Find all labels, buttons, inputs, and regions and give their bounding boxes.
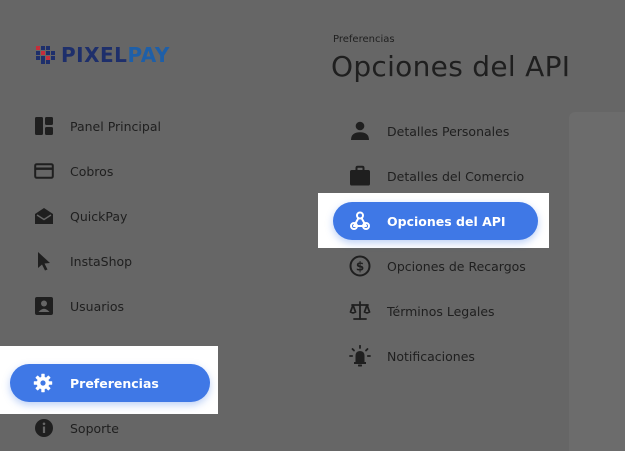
submenu-item-label: Opciones del API xyxy=(387,213,506,229)
submenu-item-label: Notificaciones xyxy=(387,348,475,364)
content-panel xyxy=(569,112,625,451)
sidebar-item-cobros[interactable]: Cobros xyxy=(34,159,113,183)
sidebar-item-label: Soporte xyxy=(70,420,119,436)
gear-icon xyxy=(33,373,53,393)
sidebar-item-label: QuickPay xyxy=(70,208,128,224)
sidebar-item-label: InstaShop xyxy=(70,253,133,269)
submenu-item-label: Términos Legales xyxy=(387,303,495,319)
logo-text-pixel: PIXEL xyxy=(61,43,128,67)
svg-text:$: $ xyxy=(356,259,364,273)
sidebar-item-label: Panel Principal xyxy=(70,118,161,134)
credit-card-icon xyxy=(34,163,54,179)
sidebar-item-label: Preferencias xyxy=(70,375,159,391)
pixelpay-logo[interactable]: PIXELPAY xyxy=(36,45,170,65)
submenu-item-terminos-legales[interactable]: Términos Legales xyxy=(349,299,495,323)
submenu-item-label: Detalles del Comercio xyxy=(387,168,525,184)
sidebar-item-instashop[interactable]: InstaShop xyxy=(34,249,132,273)
cursor-pointer-icon xyxy=(38,252,50,271)
briefcase-icon xyxy=(350,165,370,186)
sidebar-item-preferencias[interactable]: Preferencias xyxy=(10,364,210,402)
page-title: Opciones del API xyxy=(331,50,571,83)
submenu-item-opciones-api[interactable]: Opciones del API xyxy=(333,202,538,240)
dashboard-icon xyxy=(35,117,53,135)
user-badge-icon xyxy=(35,297,53,315)
open-envelope-icon xyxy=(35,208,53,224)
submenu-item-label: Opciones de Recargos xyxy=(387,258,526,274)
person-icon xyxy=(351,121,369,140)
sidebar-item-soporte[interactable]: Soporte xyxy=(34,416,119,440)
dollar-circle-icon: $ xyxy=(349,255,371,277)
breadcrumb[interactable]: Preferencias xyxy=(333,34,395,45)
logo-wordmark: PIXELPAY xyxy=(61,45,170,65)
webhook-icon xyxy=(350,211,370,230)
sidebar-item-label: Cobros xyxy=(70,163,114,179)
sidebar-item-usuarios[interactable]: Usuarios xyxy=(34,294,124,318)
sidebar-item-label: Usuarios xyxy=(70,298,125,314)
scales-icon xyxy=(349,301,371,320)
logo-text-pay: PAY xyxy=(127,43,170,67)
submenu-item-detalles-personales[interactable]: Detalles Personales xyxy=(349,119,509,143)
submenu-item-label: Detalles Personales xyxy=(387,123,510,139)
sidebar-item-quickpay[interactable]: QuickPay xyxy=(34,204,127,228)
info-icon xyxy=(35,419,53,437)
logo-grid-icon xyxy=(36,46,55,64)
bell-light-icon xyxy=(349,345,371,367)
submenu-item-opciones-recargos[interactable]: $ Opciones de Recargos xyxy=(349,254,526,278)
sidebar-item-panel-principal[interactable]: Panel Principal xyxy=(34,114,161,138)
submenu-item-notificaciones[interactable]: Notificaciones xyxy=(349,344,475,368)
submenu-item-detalles-comercio[interactable]: Detalles del Comercio xyxy=(349,164,524,188)
